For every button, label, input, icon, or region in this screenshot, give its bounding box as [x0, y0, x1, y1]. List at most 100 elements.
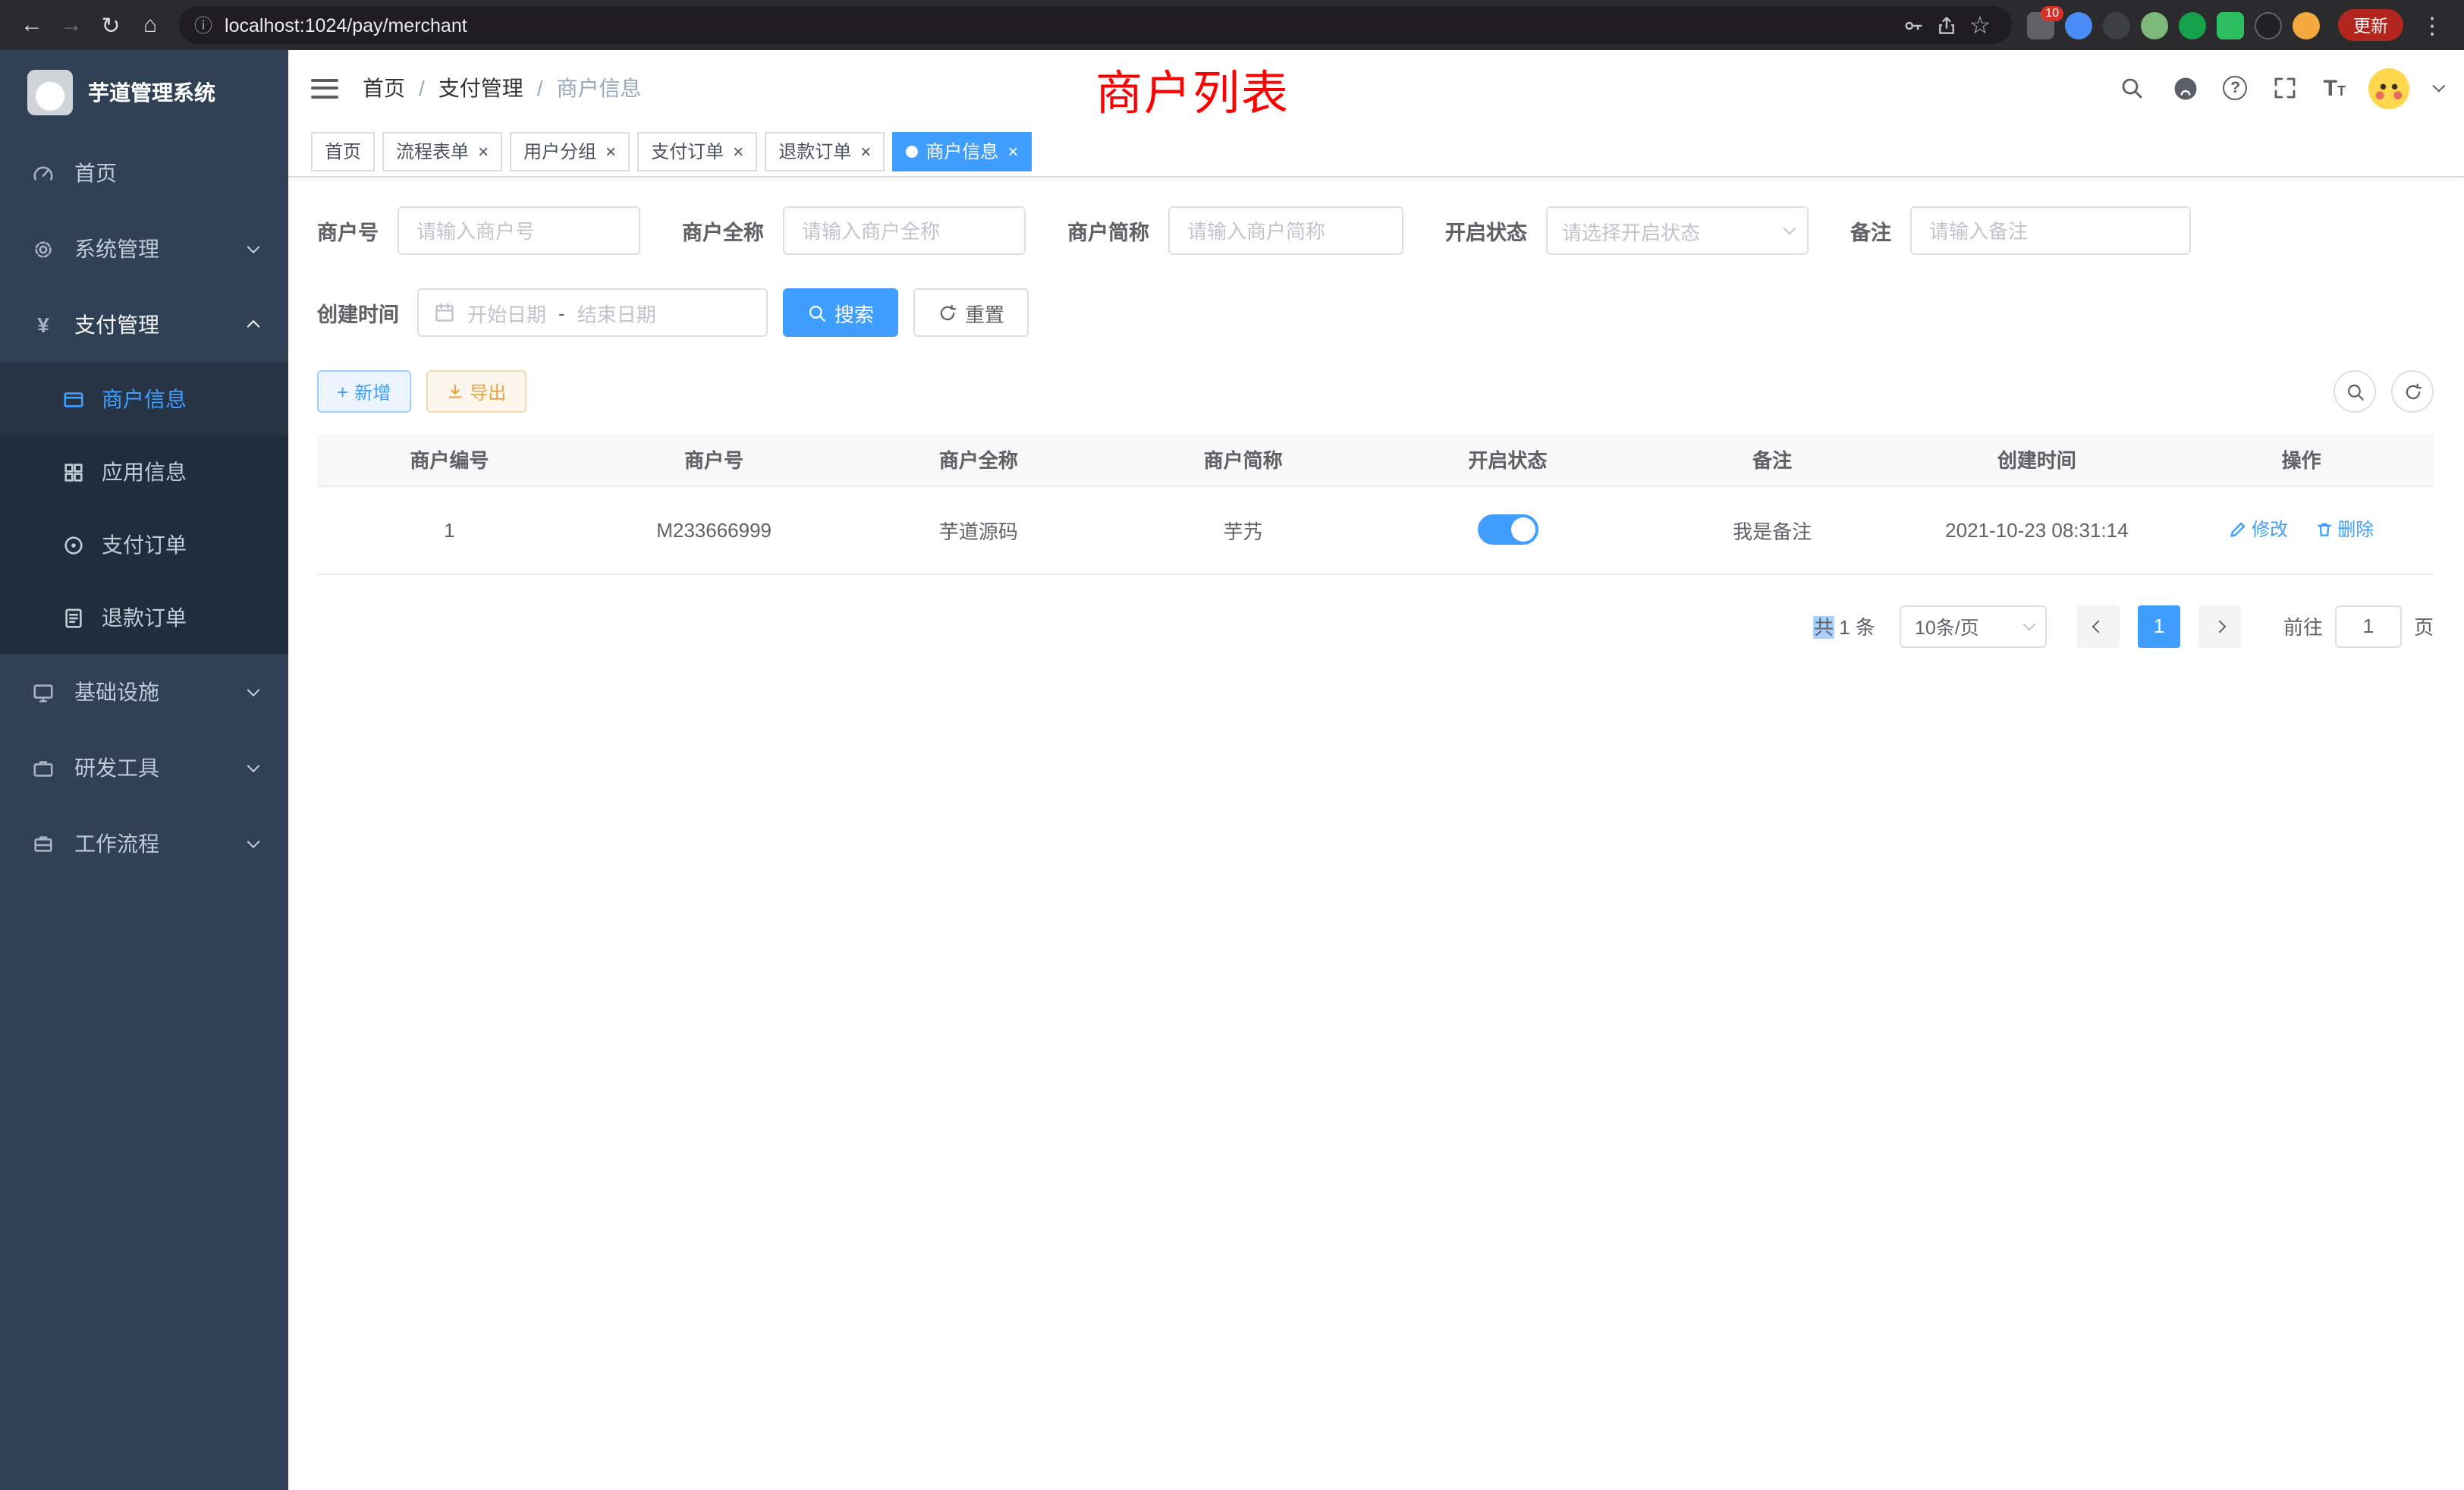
- sidebar-item-label: 基础设施: [74, 677, 159, 707]
- tab-user-group[interactable]: 用户分组 ×: [510, 131, 630, 171]
- tab-close-icon[interactable]: ×: [478, 142, 489, 160]
- extension-icon[interactable]: [2103, 11, 2130, 39]
- home-icon[interactable]: ⌂: [130, 5, 170, 45]
- tab-close-icon[interactable]: ×: [605, 142, 616, 160]
- sidebar-item-workflow[interactable]: 工作流程: [0, 806, 288, 882]
- sidebar-item-home[interactable]: 首页: [0, 135, 288, 211]
- status-toggle[interactable]: [1477, 514, 1538, 545]
- font-size-icon[interactable]: TT: [2324, 75, 2346, 101]
- sidebar-item-infrastructure[interactable]: 基础设施: [0, 654, 288, 730]
- tab-close-icon[interactable]: ×: [1007, 142, 1018, 160]
- goto-label: 前往: [2283, 611, 2323, 640]
- site-info-icon[interactable]: ⓘ: [194, 12, 212, 38]
- status-select[interactable]: 请选择开启状态: [1545, 206, 1808, 255]
- merchant-no-input[interactable]: [397, 206, 640, 255]
- tab-label: 首页: [325, 138, 361, 164]
- reload-icon[interactable]: ↻: [91, 5, 130, 45]
- app-logo[interactable]: 芋道管理系统: [0, 50, 288, 135]
- chevron-down-icon: [1782, 222, 1795, 235]
- sidebar-item-dev-tools[interactable]: 研发工具: [0, 730, 288, 806]
- payment-submenu: 商户信息 应用信息 支付订单 退款订单: [0, 363, 288, 654]
- sidebar-item-payment[interactable]: ¥ 支付管理: [0, 287, 288, 363]
- extension-icon[interactable]: [2179, 11, 2206, 39]
- table-row[interactable]: 1 M233666999 芋道源码 芋艿 我是备注 2021-10-23 08:…: [317, 486, 2434, 574]
- breadcrumb-item-home[interactable]: 首页: [363, 73, 405, 103]
- short-name-input[interactable]: [1168, 206, 1403, 255]
- help-icon[interactable]: ?: [2224, 76, 2248, 100]
- refresh-table-button[interactable]: [2391, 370, 2434, 413]
- cell-remark: 我是备注: [1640, 486, 1905, 574]
- download-icon: [445, 382, 464, 401]
- breadcrumb-separator: /: [419, 76, 425, 100]
- search-icon: [807, 303, 827, 322]
- browser-update-button[interactable]: 更新: [2338, 9, 2403, 41]
- filter-remark: 备注: [1850, 206, 2190, 255]
- search-icon[interactable]: [2117, 73, 2148, 103]
- sidebar-item-system[interactable]: 系统管理: [0, 211, 288, 287]
- fullscreen-icon[interactable]: [2271, 73, 2301, 103]
- password-key-icon[interactable]: [1897, 8, 1930, 42]
- sidebar-item-merchant-info[interactable]: 商户信息: [0, 363, 288, 435]
- toggle-search-button[interactable]: [2334, 370, 2376, 413]
- logo-avatar: [27, 70, 73, 115]
- tab-home[interactable]: 首页: [311, 131, 375, 171]
- add-button[interactable]: + 新增: [317, 370, 410, 413]
- table-header-row: 商户编号 商户号 商户全称 商户简称 开启状态 备注 创建时间 操作: [317, 434, 2434, 486]
- extensions-menu-icon[interactable]: 10: [2027, 11, 2054, 39]
- page-number-button[interactable]: 1: [2138, 605, 2180, 647]
- sidebar-item-label: 支付管理: [74, 310, 159, 340]
- sidebar-item-label: 商户信息: [102, 384, 187, 414]
- tab-close-icon[interactable]: ×: [733, 142, 743, 160]
- sidebar-item-pay-order[interactable]: 支付订单: [0, 508, 288, 581]
- button-label: 重置: [965, 298, 1004, 327]
- bookmark-star-icon[interactable]: ☆: [1963, 8, 1997, 42]
- export-button[interactable]: 导出: [426, 370, 526, 413]
- cell-status: [1375, 486, 1640, 574]
- tab-close-icon[interactable]: ×: [860, 142, 871, 160]
- goto-page-input[interactable]: [2335, 605, 2402, 647]
- reset-button[interactable]: 重置: [913, 288, 1029, 337]
- sidebar-item-app-info[interactable]: 应用信息: [0, 435, 288, 508]
- user-avatar[interactable]: [2368, 68, 2409, 108]
- browser-menu-icon[interactable]: ⋮: [2412, 5, 2452, 45]
- back-icon[interactable]: ←: [12, 5, 52, 45]
- tab-pay-order[interactable]: 支付订单 ×: [637, 131, 757, 171]
- extension-icon[interactable]: [2217, 11, 2244, 39]
- github-icon[interactable]: [2170, 73, 2201, 103]
- date-range-picker[interactable]: 开始日期 - 结束日期: [417, 288, 768, 337]
- forward-icon[interactable]: →: [52, 5, 91, 45]
- delete-link[interactable]: 删除: [2315, 517, 2374, 542]
- sidebar-toggle-icon[interactable]: [311, 78, 338, 98]
- share-icon[interactable]: [1930, 8, 1963, 42]
- full-name-input[interactable]: [782, 206, 1025, 255]
- extension-icon[interactable]: [2255, 11, 2282, 39]
- sidebar-item-label: 应用信息: [102, 457, 187, 487]
- sidebar-item-refund-order[interactable]: 退款订单: [0, 581, 288, 654]
- search-button[interactable]: 搜索: [783, 288, 898, 337]
- prev-page-button[interactable]: [2077, 605, 2120, 647]
- address-bar[interactable]: ⓘ localhost:1024/pay/merchant ☆: [179, 6, 2012, 44]
- cell-merchant-index: 1: [317, 486, 582, 574]
- edit-link[interactable]: 修改: [2229, 517, 2288, 542]
- tab-merchant-info[interactable]: 商户信息 ×: [892, 131, 1032, 171]
- next-page-button[interactable]: [2198, 605, 2241, 647]
- tab-refund-order[interactable]: 退款订单 ×: [765, 131, 885, 171]
- extension-icon[interactable]: [2141, 11, 2168, 39]
- tab-label: 退款订单: [778, 138, 851, 164]
- chevron-up-icon: [247, 320, 260, 333]
- date-separator: -: [558, 301, 565, 324]
- credit-card-icon: [61, 388, 86, 410]
- tab-process-form[interactable]: 流程表单 ×: [382, 131, 502, 171]
- link-label: 修改: [2252, 517, 2288, 542]
- breadcrumb-item-payment[interactable]: 支付管理: [438, 73, 523, 103]
- user-menu-caret-icon[interactable]: [2432, 80, 2445, 93]
- start-date-placeholder: 开始日期: [467, 298, 546, 327]
- profile-avatar-icon[interactable]: [2293, 11, 2320, 39]
- goto-page: 前往 页: [2283, 605, 2434, 647]
- remark-input[interactable]: [1909, 206, 2190, 255]
- filter-short-name: 商户简称: [1067, 206, 1403, 255]
- extension-icon[interactable]: [2065, 11, 2092, 39]
- page-size-select[interactable]: 10条/页: [1900, 605, 2047, 647]
- plus-icon: +: [337, 382, 348, 401]
- cell-created: 2021-10-23 08:31:14: [1905, 486, 2170, 574]
